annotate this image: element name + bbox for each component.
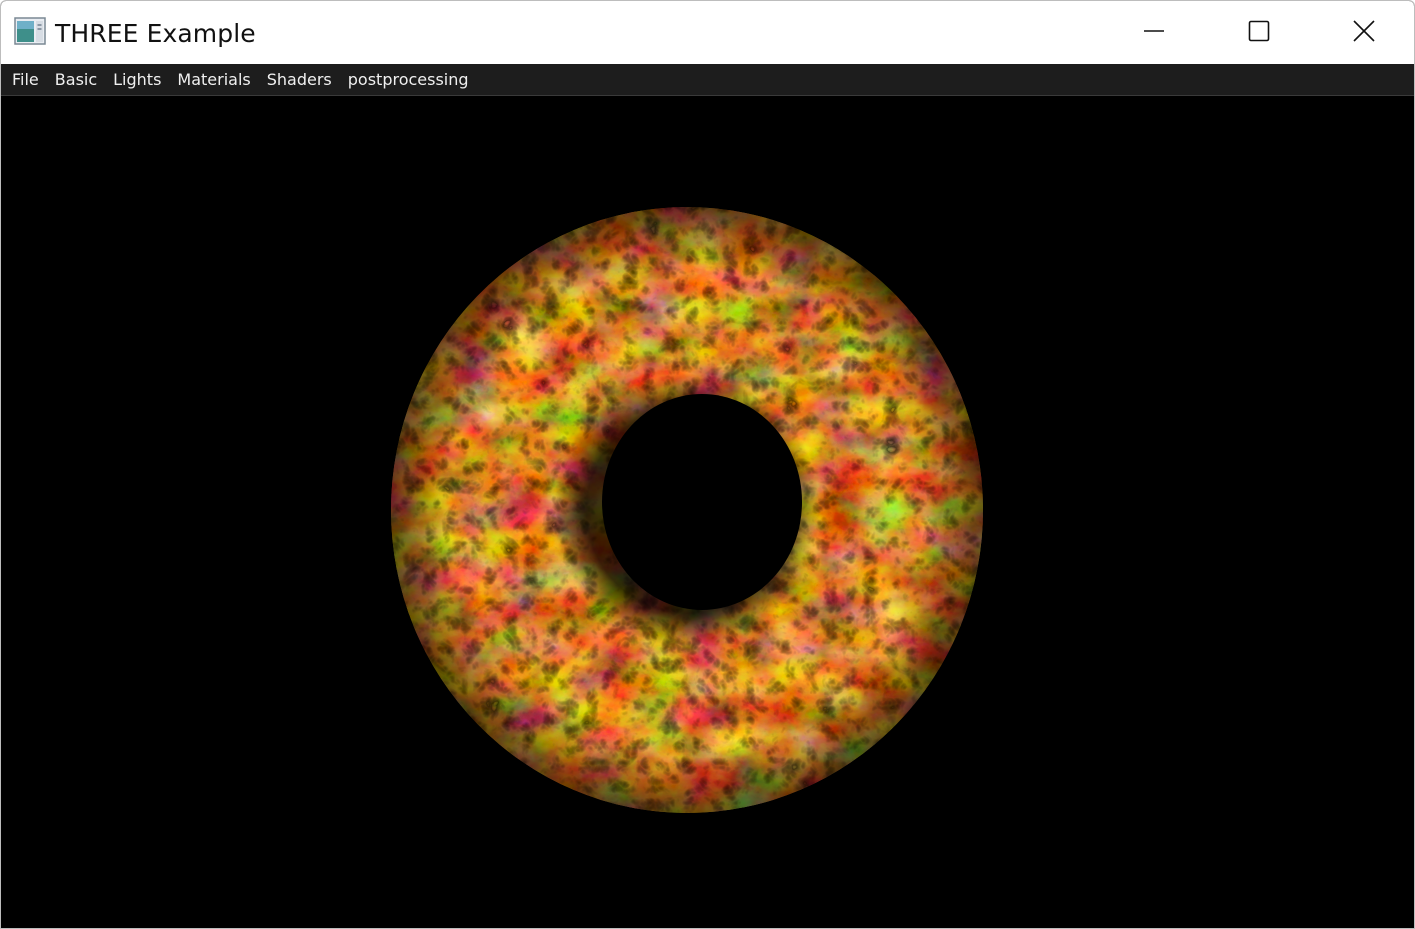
app-window-icon <box>14 17 46 45</box>
menu-basic[interactable]: Basic <box>47 64 105 95</box>
menu-postprocessing[interactable]: postprocessing <box>340 64 477 95</box>
minimize-button[interactable] <box>1101 1 1206 64</box>
menu-bar: File Basic Lights Materials Shaders post… <box>1 64 1414 96</box>
close-icon <box>1352 19 1375 46</box>
minimize-icon <box>1143 20 1165 46</box>
lava-torus <box>386 201 991 821</box>
app-window: THREE Example File Basic Lights Material… <box>0 0 1415 929</box>
title-bar[interactable]: THREE Example <box>1 1 1414 64</box>
maximize-icon <box>1248 20 1270 46</box>
menu-materials[interactable]: Materials <box>169 64 258 95</box>
window-title: THREE Example <box>55 19 256 48</box>
maximize-button[interactable] <box>1206 1 1311 64</box>
scene-canvas <box>1 96 1414 928</box>
close-button[interactable] <box>1311 1 1414 64</box>
menu-lights[interactable]: Lights <box>105 64 169 95</box>
menu-file[interactable]: File <box>1 64 47 95</box>
render-viewport[interactable] <box>1 96 1414 928</box>
menu-shaders[interactable]: Shaders <box>259 64 340 95</box>
